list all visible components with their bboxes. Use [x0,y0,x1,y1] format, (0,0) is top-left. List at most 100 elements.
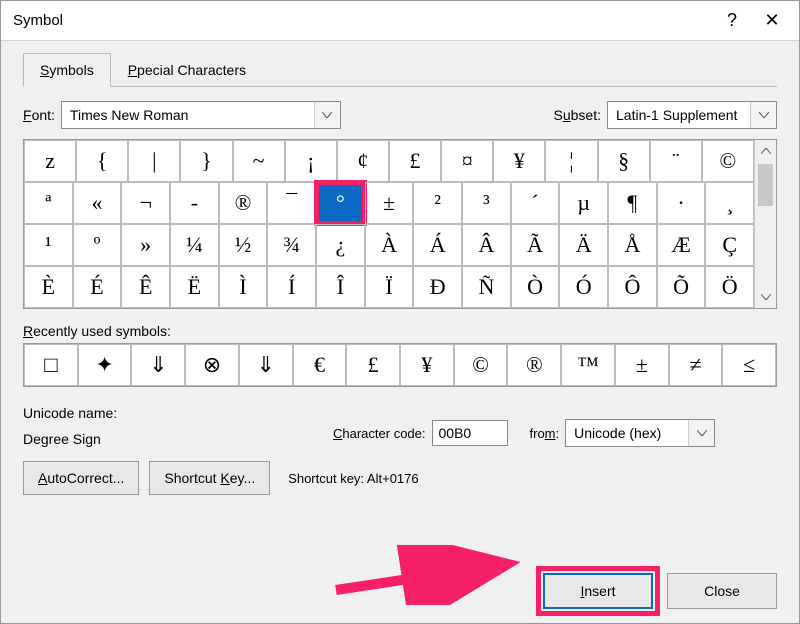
symbol-cell[interactable]: Ô [608,266,657,308]
symbol-cell[interactable]: Ä [559,224,608,266]
symbol-cell[interactable]: ² [413,182,462,224]
symbol-cell[interactable]: Ó [559,266,608,308]
symbol-cell[interactable]: ¦ [545,140,597,182]
recent-symbol-cell[interactable]: ⇓ [131,344,185,386]
recent-symbol-cell[interactable]: © [454,344,508,386]
symbol-cell[interactable]: ½ [219,224,268,266]
chevron-down-icon[interactable] [314,102,340,128]
symbol-cell[interactable]: { [76,140,128,182]
symbol-cell[interactable]: Å [608,224,657,266]
symbol-cell[interactable]: µ [559,182,608,224]
button-row: AutoCorrect... Shortcut Key... Shortcut … [23,461,777,495]
symbol-cell[interactable]: ~ [233,140,285,182]
symbol-cell[interactable]: ¼ [170,224,219,266]
symbol-cell[interactable]: Đ [413,266,462,308]
symbol-cell[interactable]: « [73,182,122,224]
from-select[interactable]: Unicode (hex) [565,419,715,447]
chevron-down-icon[interactable] [750,102,776,128]
close-button[interactable]: Close [667,573,777,609]
symbol-cell[interactable]: ¹ [24,224,73,266]
symbol-cell[interactable]: Ï [365,266,414,308]
symbol-cell[interactable]: Í [267,266,316,308]
symbol-cell[interactable]: Ê [121,266,170,308]
symbol-cell[interactable]: ¢ [337,140,389,182]
chevron-down-icon[interactable] [688,420,714,446]
symbol-cell[interactable]: ¶ [608,182,657,224]
recent-grid: □✦⇓⊗⇓€£¥©®™±≠≤ [23,343,777,387]
symbol-cell[interactable]: · [657,182,706,224]
symbol-cell[interactable]: ¯ [267,182,316,224]
subset-label: Subset: [554,107,602,123]
help-icon[interactable]: ? [717,10,747,31]
symbol-cell[interactable]: È [24,266,73,308]
symbol-cell[interactable]: £ [389,140,441,182]
from-label: from: [530,426,560,441]
symbol-cell[interactable]: ¬ [121,182,170,224]
symbol-cell[interactable]: ® [219,182,268,224]
tab-symbols[interactable]: Symbols [23,53,111,87]
symbol-cell[interactable]: ° [316,182,365,224]
symbol-cell[interactable]: ¿ [316,224,365,266]
recent-symbol-cell[interactable]: □ [24,344,78,386]
recent-symbol-cell[interactable]: ⇓ [239,344,293,386]
symbol-cell[interactable]: ± [365,182,414,224]
symbol-cell[interactable]: º [73,224,122,266]
charcode-input[interactable] [432,420,508,446]
symbol-cell[interactable]: ¾ [267,224,316,266]
symbol-cell[interactable]: - [170,182,219,224]
scroll-up-icon[interactable] [755,140,776,162]
symbol-cell[interactable]: } [180,140,232,182]
scroll-down-icon[interactable] [755,286,776,308]
recent-symbol-cell[interactable]: £ [346,344,400,386]
symbol-cell[interactable]: Õ [657,266,706,308]
symbol-cell[interactable]: Î [316,266,365,308]
symbol-cell[interactable]: Ò [511,266,560,308]
symbol-cell[interactable]: À [365,224,414,266]
symbol-cell[interactable]: Ñ [462,266,511,308]
symbol-cell[interactable]: Ö [705,266,754,308]
symbol-cell[interactable]: ´ [511,182,560,224]
symbol-cell[interactable]: Ë [170,266,219,308]
autocorrect-button[interactable]: AutoCorrect... [23,461,139,495]
symbol-cell[interactable]: § [598,140,650,182]
close-icon[interactable]: ✕ [757,10,787,31]
symbol-cell[interactable]: ª [24,182,73,224]
symbol-cell[interactable]: ¤ [441,140,493,182]
recent-symbol-cell[interactable]: ¥ [400,344,454,386]
shortcut-key-button[interactable]: Shortcut Key... [149,461,270,495]
recent-symbol-cell[interactable]: ® [507,344,561,386]
subset-select[interactable]: Latin-1 Supplement [607,101,777,129]
scroll-track[interactable] [755,162,776,286]
recent-symbol-cell[interactable]: ⊗ [185,344,239,386]
symbol-cell[interactable]: © [702,140,754,182]
font-select[interactable]: Times New Roman [61,101,341,129]
symbol-cell[interactable]: Â [462,224,511,266]
symbol-cell[interactable]: Ì [219,266,268,308]
symbol-cell[interactable]: ¨ [650,140,702,182]
recent-symbol-cell[interactable]: € [293,344,347,386]
symbol-cell[interactable]: Á [413,224,462,266]
recent-symbol-cell[interactable]: ™ [561,344,615,386]
symbol-cell[interactable]: Ç [705,224,754,266]
font-value: Times New Roman [62,107,314,123]
recent-symbol-cell[interactable]: ≠ [669,344,723,386]
symbol-cell[interactable]: z [24,140,76,182]
tab-special-characters[interactable]: Ppecial Characters [111,53,263,86]
unicode-name-label: Unicode name: [23,405,333,421]
recent-symbol-cell[interactable]: ± [615,344,669,386]
insert-button[interactable]: Insert [543,573,653,609]
recent-symbol-cell[interactable]: ≤ [722,344,776,386]
symbol-cell[interactable]: ¡ [285,140,337,182]
symbol-cell[interactable]: Æ [657,224,706,266]
symbol-cell[interactable]: | [128,140,180,182]
symbol-cell[interactable]: » [121,224,170,266]
symbol-cell[interactable]: Ã [511,224,560,266]
symbol-cell[interactable]: ¸ [705,182,754,224]
recent-symbol-cell[interactable]: ✦ [78,344,132,386]
scroll-thumb[interactable] [758,164,773,206]
symbol-cell[interactable]: É [73,266,122,308]
symbol-cell[interactable]: ³ [462,182,511,224]
symbol-cell[interactable]: ¥ [493,140,545,182]
footer: Insert Close [543,573,777,609]
scrollbar[interactable] [754,140,776,308]
